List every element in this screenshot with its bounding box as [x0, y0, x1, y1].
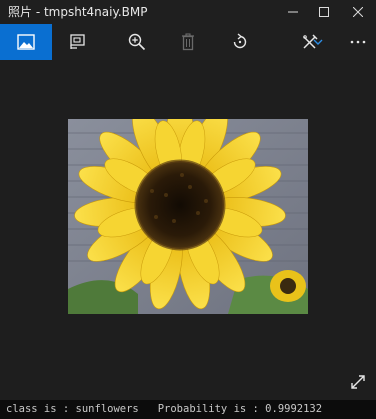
rotate-icon [233, 33, 247, 49]
image-icon [17, 34, 35, 50]
maximize-icon [319, 7, 329, 17]
slideshow-button[interactable] [57, 24, 97, 60]
edit-dropdown[interactable] [308, 24, 328, 60]
window-title: 照片 - tmpsht4naiy.BMP [8, 5, 148, 19]
title-bar[interactable]: 照片 - tmpsht4naiy.BMP [0, 0, 376, 24]
minimize-button[interactable] [278, 0, 308, 24]
toolbar [0, 24, 376, 60]
slideshow-icon [70, 34, 85, 49]
console-output: class is : sunflowers Probability is : 0… [0, 400, 376, 419]
delete-button[interactable] [168, 24, 208, 60]
zoom-in-icon [128, 33, 146, 51]
minimize-icon [288, 11, 298, 13]
close-button[interactable] [343, 0, 373, 24]
view-image-button[interactable] [0, 24, 52, 60]
sunflower-photo [68, 119, 308, 314]
chevron-down-icon [313, 39, 323, 45]
image-canvas[interactable] [0, 60, 376, 400]
more-button[interactable] [338, 24, 376, 60]
fullscreen-button[interactable] [348, 372, 368, 392]
close-icon [353, 7, 363, 17]
expand-icon [351, 375, 365, 389]
more-icon [350, 40, 366, 44]
delete-icon [182, 33, 194, 51]
maximize-button[interactable] [309, 0, 339, 24]
zoom-button[interactable] [117, 24, 157, 60]
photos-app-window: 照片 - tmpsht4naiy.BMP [0, 0, 376, 400]
rotate-button[interactable] [220, 24, 260, 60]
